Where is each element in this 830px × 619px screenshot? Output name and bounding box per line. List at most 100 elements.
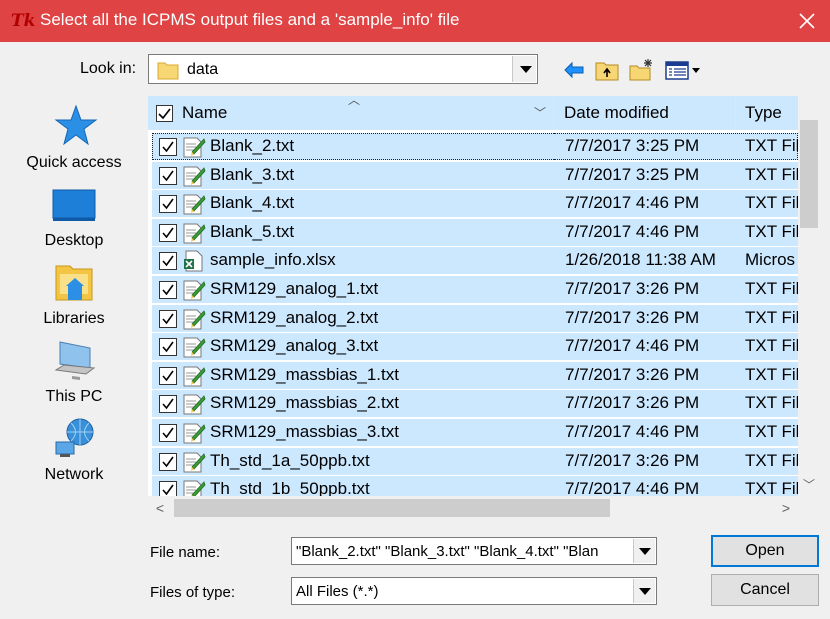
place-libraries[interactable]: Libraries [20, 256, 128, 332]
file-name-field[interactable]: "Blank_2.txt" "Blank_3.txt" "Blank_4.txt… [291, 537, 657, 565]
select-all-checkbox[interactable] [156, 105, 173, 122]
file-row[interactable]: SRM129_massbias_3.txt 7/7/2017 4:46 PM TXT… [148, 418, 798, 447]
column-header-name[interactable]: Name ︿ ﹀ [148, 96, 554, 130]
back-button[interactable] [562, 58, 588, 82]
file-type-value: All Files (*.*) [296, 583, 379, 600]
file-row[interactable]: Th_std_1a_50ppb.txt 7/7/2017 3:26 PM TXT F… [148, 447, 798, 476]
file-type: TXT Fil [745, 364, 798, 384]
place-this-pc[interactable]: This PC [20, 334, 128, 410]
file-name-dropdown-button[interactable] [633, 539, 655, 563]
file-type: TXT Fil [745, 450, 798, 470]
file-name: Blank_2.txt [210, 136, 295, 155]
place-network[interactable]: Network [20, 412, 128, 488]
new-folder-button[interactable] [628, 58, 654, 82]
row-checkbox[interactable] [159, 309, 177, 328]
row-checkbox[interactable] [159, 395, 177, 414]
scroll-left-arrow[interactable]: < [148, 496, 172, 520]
file-type: TXT Fil [745, 307, 798, 327]
row-checkbox[interactable] [159, 366, 177, 385]
tk-app-icon: Tk [11, 11, 36, 31]
file-name: SRM129_analog_3.txt [210, 336, 379, 356]
close-button[interactable] [784, 0, 830, 42]
text-file-icon [182, 393, 206, 415]
file-name: SRM129_massbias_1.txt [210, 364, 399, 384]
row-checkbox[interactable] [159, 452, 177, 471]
row-checkbox[interactable] [159, 195, 177, 214]
scroll-right-arrow[interactable]: > [774, 496, 798, 520]
file-name: Th_std_1a_50ppb.txt [210, 450, 370, 470]
row-checkbox[interactable] [159, 166, 177, 185]
column-date-label: Date modified [564, 103, 669, 122]
file-row[interactable]: Th_std_1b_50ppb.txt 7/7/2017 4:46 PM TXT F… [148, 475, 798, 496]
text-file-icon [182, 365, 206, 387]
file-date-modified: 7/7/2017 3:25 PM [565, 164, 700, 184]
row-checkbox[interactable] [159, 252, 177, 271]
look-in-dropdown[interactable]: data [148, 54, 538, 84]
new-folder-icon [629, 59, 652, 81]
chevron-down-icon [639, 548, 651, 555]
file-type: TXT Fil [745, 164, 798, 184]
open-button[interactable]: Open [711, 535, 819, 567]
file-row[interactable]: SRM129_analog_3.txt 7/7/2017 4:46 PM TXT F… [148, 332, 798, 361]
row-checkbox[interactable] [159, 281, 177, 299]
vertical-scrollbar[interactable]: ﹀ [798, 96, 820, 496]
file-name: SRM129_massbias_2.txt [210, 393, 399, 413]
file-type: TXT Fil [745, 393, 798, 413]
file-row[interactable]: SRM129_massbias_1.txt 7/7/2017 3:26 PM TXT… [148, 361, 798, 390]
folder-up-icon [595, 62, 619, 81]
checkmark-icon [162, 141, 174, 153]
file-row[interactable]: SRM129_analog_1.txt 7/7/2017 3:26 PM TXT F… [148, 275, 798, 304]
title-bar: Tk Select all the ICPMS output files and… [0, 0, 830, 42]
scroll-down-arrow[interactable]: ﹀ [798, 474, 820, 496]
file-row[interactable]: sample_info.xlsx 1/26/2018 11:38 AM Micros [148, 246, 798, 275]
file-row[interactable]: Blank_5.txt 7/7/2017 4:46 PM TXT Fil [148, 218, 798, 247]
file-row[interactable]: Blank_4.txt 7/7/2017 4:46 PM TXT Fil [148, 189, 798, 218]
text-file-icon [182, 193, 206, 215]
column-header-type[interactable]: Type [736, 96, 798, 130]
file-row[interactable]: Blank_3.txt 7/7/2017 3:25 PM TXT Fil [148, 161, 798, 190]
checkmark-icon [162, 370, 174, 382]
look-in-dropdown-button[interactable] [512, 56, 536, 82]
row-checkbox[interactable] [159, 223, 177, 242]
file-name: Blank_5.txt [210, 221, 295, 241]
vertical-scroll-thumb[interactable] [800, 120, 818, 228]
text-file-icon [182, 222, 206, 244]
view-menu-button[interactable] [664, 58, 706, 82]
horizontal-scroll-thumb[interactable] [174, 499, 610, 517]
file-date-modified: 7/7/2017 3:26 PM [565, 450, 700, 470]
chevron-down-icon[interactable]: ﹀ [534, 96, 546, 130]
file-name: SRM129_massbias_3.txt [210, 422, 399, 441]
file-name-value[interactable]: "Blank_2.txt" "Blank_3.txt" "Blank_4.txt… [296, 543, 630, 560]
file-date-modified: 7/7/2017 3:26 PM [565, 279, 700, 298]
row-checkbox[interactable] [159, 424, 177, 442]
file-date-modified: 7/7/2017 4:46 PM [565, 336, 700, 356]
computer-icon [54, 341, 96, 380]
file-name: SRM129_analog_1.txt [210, 279, 379, 298]
horizontal-scrollbar[interactable]: < > [148, 496, 798, 520]
file-row[interactable]: SRM129_massbias_2.txt 7/7/2017 3:26 PM TXT… [148, 389, 798, 418]
file-type: TXT Fil [745, 279, 798, 298]
file-name: SRM129_analog_2.txt [210, 307, 379, 327]
up-folder-button[interactable] [594, 58, 620, 82]
cancel-button[interactable]: Cancel [711, 574, 819, 606]
file-type: TXT Fil [745, 336, 798, 356]
view-menu-icon [665, 61, 700, 80]
file-name: sample_info.xlsx [210, 250, 336, 270]
text-file-icon [182, 308, 206, 330]
row-checkbox[interactable] [159, 138, 177, 156]
file-date-modified: 7/7/2017 3:26 PM [565, 393, 700, 413]
row-checkbox[interactable] [159, 481, 177, 496]
place-desktop[interactable]: Desktop [20, 178, 128, 254]
column-header-date[interactable]: Date modified [554, 96, 736, 130]
star-icon [54, 104, 98, 146]
text-file-icon [182, 136, 206, 158]
file-type-select[interactable]: All Files (*.*) [291, 577, 657, 605]
file-date-modified: 7/7/2017 3:26 PM [565, 307, 700, 327]
file-row[interactable]: SRM129_analog_2.txt 7/7/2017 3:26 PM TXT F… [148, 304, 798, 333]
row-checkbox[interactable] [159, 338, 177, 357]
checkmark-icon [162, 227, 174, 239]
file-type-dropdown-button[interactable] [633, 579, 655, 603]
file-row[interactable]: Blank_2.txt 7/7/2017 3:25 PM TXT Fil [148, 132, 798, 161]
file-type: TXT Fil [745, 136, 798, 155]
place-quick-access[interactable]: Quick access [20, 100, 128, 176]
